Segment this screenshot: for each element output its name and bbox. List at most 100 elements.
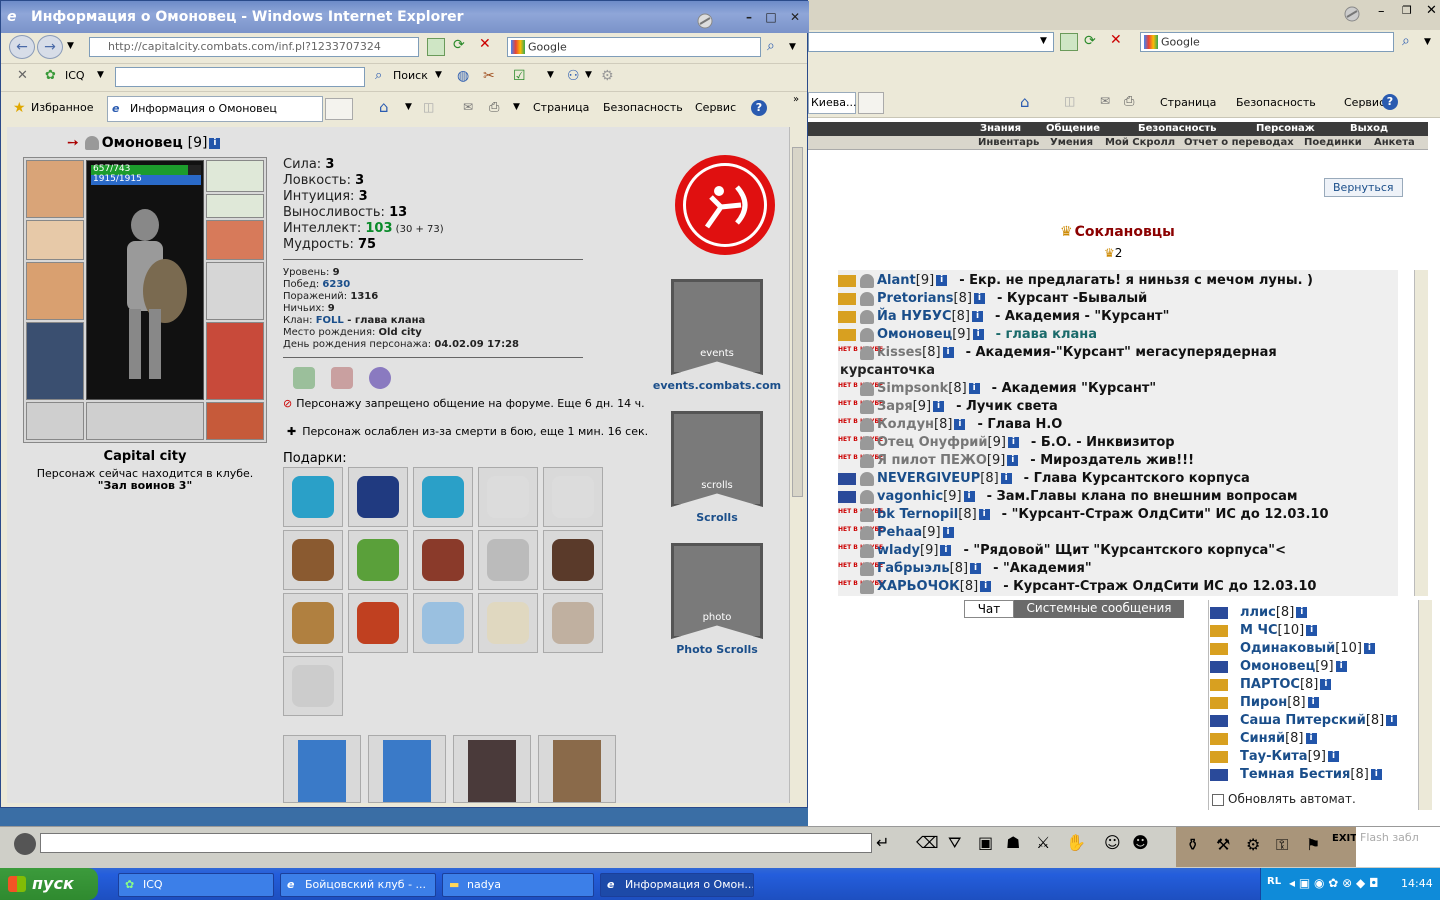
member-name[interactable]: Pehaa [877, 525, 922, 540]
info-icon[interactable]: i [933, 401, 945, 412]
armor-slot[interactable] [26, 322, 84, 400]
online-scrollbar[interactable] [1418, 600, 1432, 810]
hand-icon[interactable]: ✋ [1066, 833, 1086, 852]
offhand-slot[interactable] [206, 262, 264, 320]
member-name[interactable]: bk Ternopil [877, 507, 958, 522]
online-user-row[interactable]: ллис[8] i [1210, 604, 1308, 622]
clan-member-row[interactable]: Омоновец[9] i - глава клана [838, 326, 1097, 344]
gift-item[interactable] [413, 593, 473, 653]
refresh-icon[interactable]: ⟳ [453, 37, 465, 53]
member-name[interactable]: NEVERGIVEUP [877, 471, 980, 486]
new-tab-button[interactable] [325, 98, 353, 120]
vertical-scrollbar[interactable] [789, 127, 805, 803]
tab-system-messages[interactable]: Системные сообщения [1014, 600, 1184, 618]
member-name[interactable]: Заря [877, 399, 913, 414]
member-name[interactable]: Омоновец [877, 327, 952, 342]
member-name[interactable]: Йа НУБУС [877, 309, 952, 324]
stop-icon[interactable]: ✕ [479, 36, 491, 52]
online-user-row[interactable]: Омоновец[9] i [1210, 658, 1347, 676]
info-icon[interactable]: i [954, 419, 966, 430]
chevron-down-icon[interactable]: ▼ [585, 70, 592, 80]
task-nadya[interactable]: ▬ nadya [442, 873, 594, 897]
banner-label[interactable]: events.combats.com [647, 379, 787, 392]
task-icq[interactable]: ✿ ICQ [118, 873, 274, 897]
belt-slot[interactable] [26, 402, 84, 440]
info-icon[interactable]: i [1386, 715, 1398, 726]
potion-icon[interactable]: ⚱ [1186, 835, 1199, 854]
info-icon[interactable]: i [1363, 643, 1375, 654]
chevron-down-icon[interactable]: ▼ [97, 70, 104, 80]
gift-item[interactable] [478, 467, 538, 527]
info-icon[interactable]: i [1320, 679, 1332, 690]
gift-item[interactable] [413, 467, 473, 527]
minimize-button[interactable]: – [741, 9, 757, 25]
save-icon[interactable]: ▣ [978, 833, 993, 852]
home-icon[interactable]: ⌂ [1020, 93, 1030, 111]
badge-icon[interactable] [293, 367, 315, 389]
chevron-down-icon[interactable]: ▼ [1040, 36, 1047, 46]
chat-message-input[interactable] [40, 833, 872, 853]
close-toolbar-icon[interactable]: ✕ [17, 68, 28, 83]
security-menu[interactable]: Безопасность [1236, 95, 1316, 111]
favorites-button[interactable]: Избранное [31, 100, 93, 116]
info-icon[interactable]: i [1335, 661, 1347, 672]
submenu-inventory[interactable]: Инвентарь [978, 136, 1039, 150]
mail-icon[interactable]: ✉ [463, 100, 473, 114]
info-icon[interactable]: i [973, 293, 985, 304]
info-icon[interactable]: i [1307, 697, 1319, 708]
user-name[interactable]: ПАРТОС [1240, 677, 1300, 692]
restore-button[interactable]: ❐ [1402, 4, 1412, 17]
tab-chat[interactable]: Чат [964, 600, 1014, 618]
print-icon[interactable]: ⎙ [489, 100, 499, 115]
card-item[interactable] [368, 735, 446, 803]
info-icon[interactable]: i [1000, 473, 1012, 484]
bracers-slot[interactable] [26, 220, 84, 260]
gift-item[interactable] [543, 593, 603, 653]
chevron-down-icon[interactable]: ▼ [513, 102, 520, 112]
info-icon[interactable]: i [942, 347, 954, 358]
user-name[interactable]: Тау-Кита [1240, 749, 1308, 764]
new-tab-button[interactable] [858, 92, 884, 114]
menu-security[interactable]: Безопасность [1138, 122, 1217, 136]
gift-item[interactable] [543, 467, 603, 527]
member-name[interactable]: Simpsonk [877, 381, 948, 396]
gift-item[interactable] [283, 656, 343, 716]
icq-label[interactable]: ICQ [65, 68, 85, 84]
lock-icon[interactable]: ⚿ [1276, 835, 1288, 855]
clan-member-row[interactable]: НЕТ В КЛУБЕbk Ternopil[8]i - "Курсант-Стр… [838, 506, 1329, 524]
clan-member-row[interactable]: курсанточка [840, 362, 935, 380]
page-menu[interactable]: Страница [1160, 95, 1216, 111]
user-name[interactable]: М ЧС [1240, 623, 1278, 638]
history-chevron-icon[interactable]: ▼ [67, 41, 74, 51]
clan-member-row[interactable]: НЕТ В КЛУБЕkisses[8]i - Академия-"Курсант… [838, 344, 1277, 362]
mail-icon[interactable]: ✉ [1100, 94, 1110, 108]
clan-member-row[interactable]: Alant[9] i - Екр. не предлагать! я ниньзя … [838, 272, 1313, 290]
gift-item[interactable] [413, 530, 473, 590]
clan-member-row[interactable]: НЕТ В КЛУБЕPehaa[9]i [838, 524, 954, 542]
gloves-slot[interactable] [206, 220, 264, 260]
back-button[interactable]: Вернуться [1324, 178, 1403, 197]
active-tab[interactable]: e Информация о Омоновец [107, 96, 323, 122]
clan-member-row[interactable]: Pretorians[8] i - Курсант -Бывалый [838, 290, 1147, 308]
info-icon[interactable]: i [1306, 625, 1318, 636]
info-icon[interactable]: i [980, 581, 992, 592]
member-name[interactable]: wlady [877, 543, 920, 558]
print-icon[interactable]: ⎙ [1124, 94, 1134, 109]
user-name[interactable]: Пирон [1240, 695, 1287, 710]
compat-icon[interactable] [427, 38, 445, 56]
info-icon[interactable]: i [972, 329, 984, 340]
card-item[interactable] [453, 735, 531, 803]
member-name[interactable]: Pretorians [877, 291, 954, 306]
gift-item[interactable] [478, 530, 538, 590]
member-name[interactable]: Колдун [877, 417, 934, 432]
clan-member-row[interactable]: НЕТ В КЛУБЕГабрыэль[8]i - "Академия" [838, 560, 1092, 578]
info-icon[interactable]: i [209, 137, 221, 149]
gift-item[interactable] [478, 593, 538, 653]
rings-slot[interactable] [206, 194, 264, 218]
more-chevron-icon[interactable]: » [793, 94, 799, 105]
flag-icon[interactable]: ⚑ [1306, 835, 1320, 854]
refresh-icon[interactable]: ⟳ [1084, 33, 1096, 49]
gift-item[interactable] [348, 467, 408, 527]
banner[interactable]: photo Photo Scrolls [647, 543, 787, 663]
language-indicator[interactable]: RL [1267, 876, 1281, 887]
